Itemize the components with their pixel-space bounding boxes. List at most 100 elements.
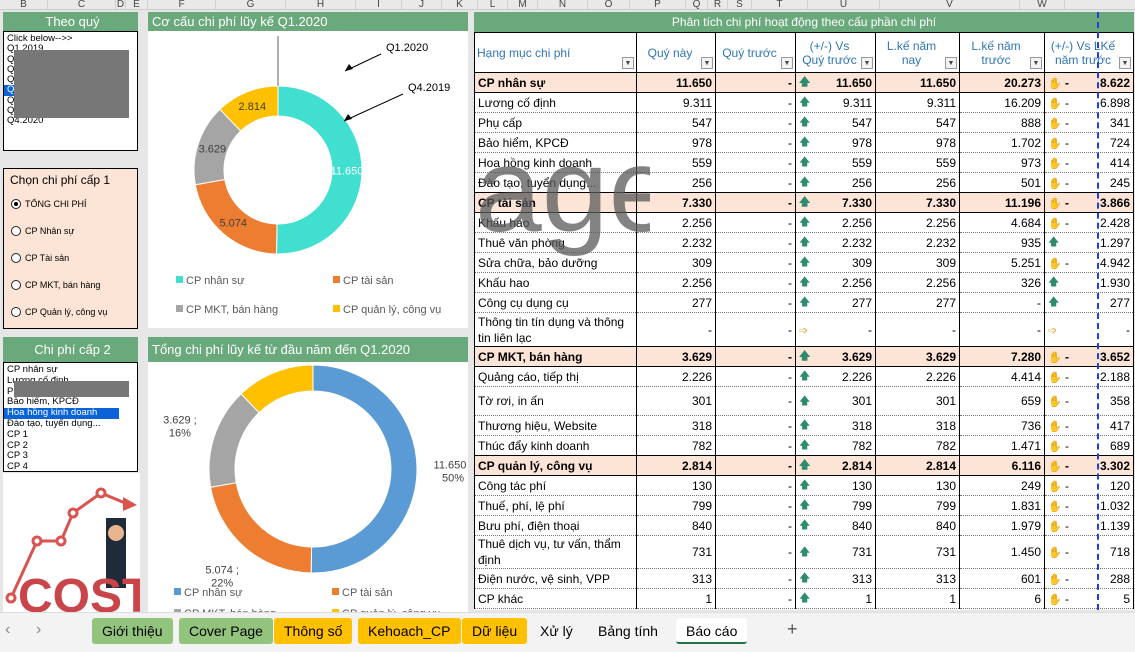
this-quarter: 547 [636, 112, 716, 133]
column-header[interactable]: P [630, 0, 686, 9]
sheet-tab[interactable]: Giới thiệu [92, 618, 173, 644]
sheet-tab[interactable]: Bảng tính [588, 618, 668, 644]
table-row: Khấu hao 2.256- 🡅 2.256 2.256 326 🡅 1.930 [474, 272, 1134, 293]
vs-last-year: ✋ - 2.428 [1044, 212, 1134, 233]
arrow-up-icon: 🡅 [799, 116, 811, 128]
vs-last-year: ✋ - 3.302 [1044, 455, 1134, 476]
scroll-left-button[interactable]: ‹ [5, 621, 10, 639]
table-row: Tờ rơi, in ấn 301- 🡅 301 301 659 ✋ -358 [474, 386, 1134, 416]
column-header[interactable]: G [216, 0, 286, 9]
this-quarter: 256 [636, 172, 716, 193]
cost-logo: COST [3, 473, 140, 612]
last-quarter: - [715, 152, 796, 173]
add-sheet-button[interactable]: + [787, 619, 798, 640]
this-quarter: 309 [636, 252, 716, 273]
vs-last-quarter-value: 559 [851, 155, 872, 170]
sheet-tab[interactable]: Cover Page [179, 618, 273, 644]
column-header[interactable]: Q [686, 0, 708, 9]
this-quarter: 2.814 [636, 455, 716, 476]
radio-label: CP Tài sản [25, 253, 70, 263]
last-quarter: - [715, 132, 796, 153]
vs-last-quarter: 🡅 277 [795, 292, 876, 313]
vs-last-year-value: 4.942 [1099, 255, 1130, 270]
radio-button[interactable] [11, 199, 21, 209]
scrollbar[interactable] [14, 381, 129, 397]
column-header-cell: Quý này ▼ [636, 32, 716, 73]
column-header[interactable]: D [116, 0, 126, 9]
column-header[interactable]: U [808, 0, 880, 9]
column-header[interactable]: B [0, 0, 48, 9]
column-header[interactable]: L [478, 0, 508, 9]
vs-last-quarter: 🡅 2.226 [795, 366, 876, 387]
legend-swatch [332, 588, 339, 595]
radio-option[interactable]: CP Tài sản [11, 253, 69, 263]
cost-item: Thương hiệu, Website [474, 415, 637, 436]
header-label: Quý này [647, 45, 693, 60]
ytd-last-year: 1.450 [959, 535, 1045, 569]
radio-option[interactable]: CP Nhân sự [11, 226, 74, 236]
sheet-tab[interactable]: Báo cáo [676, 618, 748, 644]
column-header[interactable]: S [728, 0, 752, 9]
level2-listbox[interactable]: CP nhân sựLương cố địnhPhụ cấpBảo hiểm, … [3, 362, 138, 472]
arrow-up-icon: 🡅 [799, 370, 811, 382]
column-header[interactable]: I [356, 0, 402, 9]
column-header[interactable]: N [538, 0, 588, 9]
radio-button[interactable] [11, 280, 21, 290]
vs-last-year-value: 1.930 [1099, 275, 1130, 290]
filter-dropdown-button[interactable]: ▼ [1119, 57, 1131, 69]
scrollbar[interactable] [14, 50, 129, 118]
sheet-tab[interactable]: Thông số [274, 618, 353, 644]
radio-button[interactable] [11, 226, 21, 236]
filter-dropdown-button[interactable]: ▼ [1030, 57, 1042, 69]
column-header[interactable]: O [588, 0, 630, 9]
radio-button[interactable] [11, 253, 21, 263]
table-row: Bảo hiểm, KPCĐ 978- 🡅 978 978 1.702 ✋ -724 [474, 132, 1134, 153]
vs-last-year: ✋ - 417 [1044, 415, 1134, 436]
sheet-tab[interactable]: Kehoach_CP [358, 618, 461, 644]
hand-down-icon: ✋ [1048, 177, 1062, 190]
column-header[interactable]: T [752, 0, 808, 9]
filter-dropdown-button[interactable]: ▼ [781, 57, 793, 69]
column-header[interactable]: V [880, 0, 1020, 9]
column-header[interactable]: W [1020, 0, 1065, 9]
column-header[interactable]: F [148, 0, 216, 9]
filter-dropdown-button[interactable]: ▼ [622, 57, 634, 69]
cost-item: CP nhân sự [474, 72, 637, 93]
column-header[interactable]: J [402, 0, 442, 9]
vs-last-quarter-value: 318 [851, 418, 872, 433]
radio-button[interactable] [11, 307, 21, 317]
column-header[interactable]: M [508, 0, 538, 9]
ytd-this-year: 313 [875, 568, 960, 589]
radio-option[interactable]: TỔNG CHI PHÍ [11, 199, 87, 209]
radio-option[interactable]: CP Quản lý, công vụ [11, 307, 107, 317]
filter-dropdown-button[interactable]: ▼ [861, 57, 873, 69]
filter-dropdown-button[interactable]: ▼ [945, 57, 957, 69]
data-label: 5.074 [219, 218, 247, 230]
vs-last-quarter: 🡅 313 [795, 568, 876, 589]
table-row: Lương cố định 9.311- 🡅 9.311 9.311 16.209 ✋ -6… [474, 92, 1134, 113]
vs-last-year: ✋ - 245 [1044, 172, 1134, 193]
sheet-tab[interactable]: Xử lý [530, 618, 583, 644]
filter-dropdown-button[interactable]: ▼ [701, 57, 713, 69]
last-quarter: - [715, 415, 796, 436]
level2-item[interactable]: CP 4 [4, 461, 119, 471]
column-header[interactable]: R [708, 0, 728, 9]
column-header[interactable]: E [126, 0, 148, 9]
radio-option[interactable]: CP MKT, bán hàng [11, 280, 100, 290]
column-header[interactable]: C [48, 0, 116, 9]
sheet-tab[interactable]: Dữ liệu [462, 618, 528, 644]
ytd-last-year: 326 [959, 272, 1045, 293]
vs-last-quarter-value: 2.226 [841, 369, 872, 384]
level2-item[interactable]: CP 1 [4, 429, 119, 441]
radio-label: CP Quản lý, công vụ [25, 307, 108, 317]
quarter-listbox[interactable]: Click below-->>Q1.2019Q2.2019Q3.2019Q4.2… [3, 31, 138, 151]
arrow-up-icon: 🡅 [799, 350, 811, 362]
legend-item: CP MKT, bán hàng [186, 304, 278, 316]
column-header[interactable]: K [442, 0, 478, 9]
table-row: Điện nước, vệ sinh, VPP 313- 🡅 313 313 601 ✋ -… [474, 568, 1134, 589]
column-header[interactable]: H [286, 0, 356, 9]
arrow-up-icon: 🡅 [799, 419, 811, 431]
vs-last-year: ✋ - 3.652 [1044, 346, 1134, 367]
scroll-right-button[interactable]: › [36, 621, 41, 639]
vs-last-quarter: 🡅 799 [795, 495, 876, 516]
